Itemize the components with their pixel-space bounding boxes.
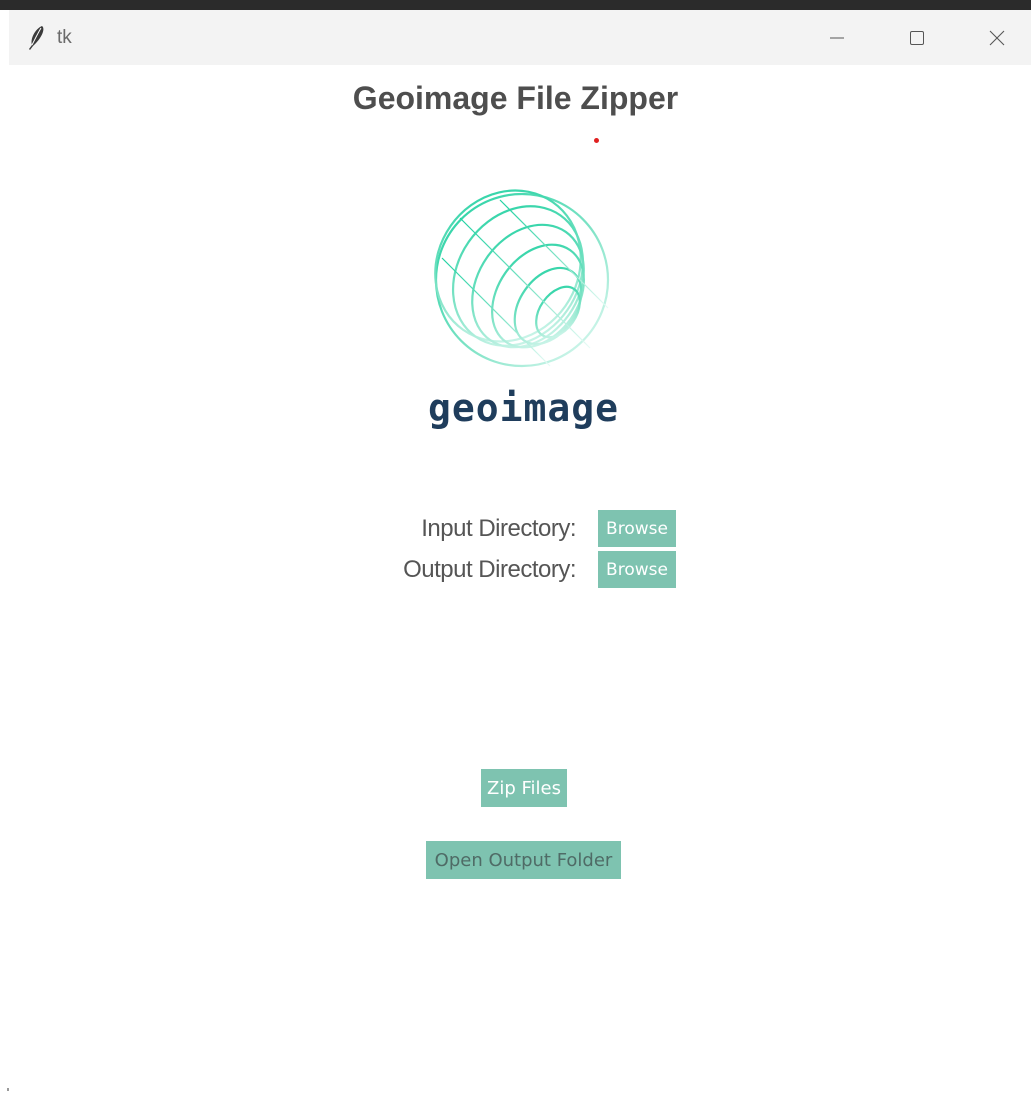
output-directory-label: Output Directory: bbox=[403, 556, 576, 583]
zip-files-button[interactable]: Zip Files bbox=[481, 769, 567, 807]
browse-input-button[interactable]: Browse bbox=[598, 510, 676, 547]
resize-corner-mark bbox=[7, 1088, 9, 1091]
close-icon bbox=[989, 30, 1005, 45]
maximize-icon bbox=[910, 30, 924, 45]
open-output-folder-button[interactable]: Open Output Folder bbox=[426, 841, 621, 879]
close-button[interactable] bbox=[964, 10, 1030, 65]
title-bar[interactable]: tk bbox=[9, 10, 1031, 65]
geoimage-globe-icon bbox=[434, 189, 610, 368]
app-title: Geoimage File Zipper bbox=[352, 80, 679, 116]
browse-output-button[interactable]: Browse bbox=[598, 551, 676, 588]
geoimage-wordmark: geoimage bbox=[427, 386, 620, 430]
screen-top-edge bbox=[0, 0, 1031, 10]
minimize-icon bbox=[830, 37, 844, 38]
minimize-button[interactable] bbox=[804, 10, 870, 65]
window-title: tk bbox=[57, 27, 72, 48]
input-directory-label: Input Directory: bbox=[421, 515, 576, 542]
tk-window: tk bbox=[9, 10, 1031, 1093]
feather-icon bbox=[29, 26, 44, 50]
maximize-button[interactable] bbox=[884, 10, 950, 65]
red-dot-marker bbox=[594, 138, 599, 143]
